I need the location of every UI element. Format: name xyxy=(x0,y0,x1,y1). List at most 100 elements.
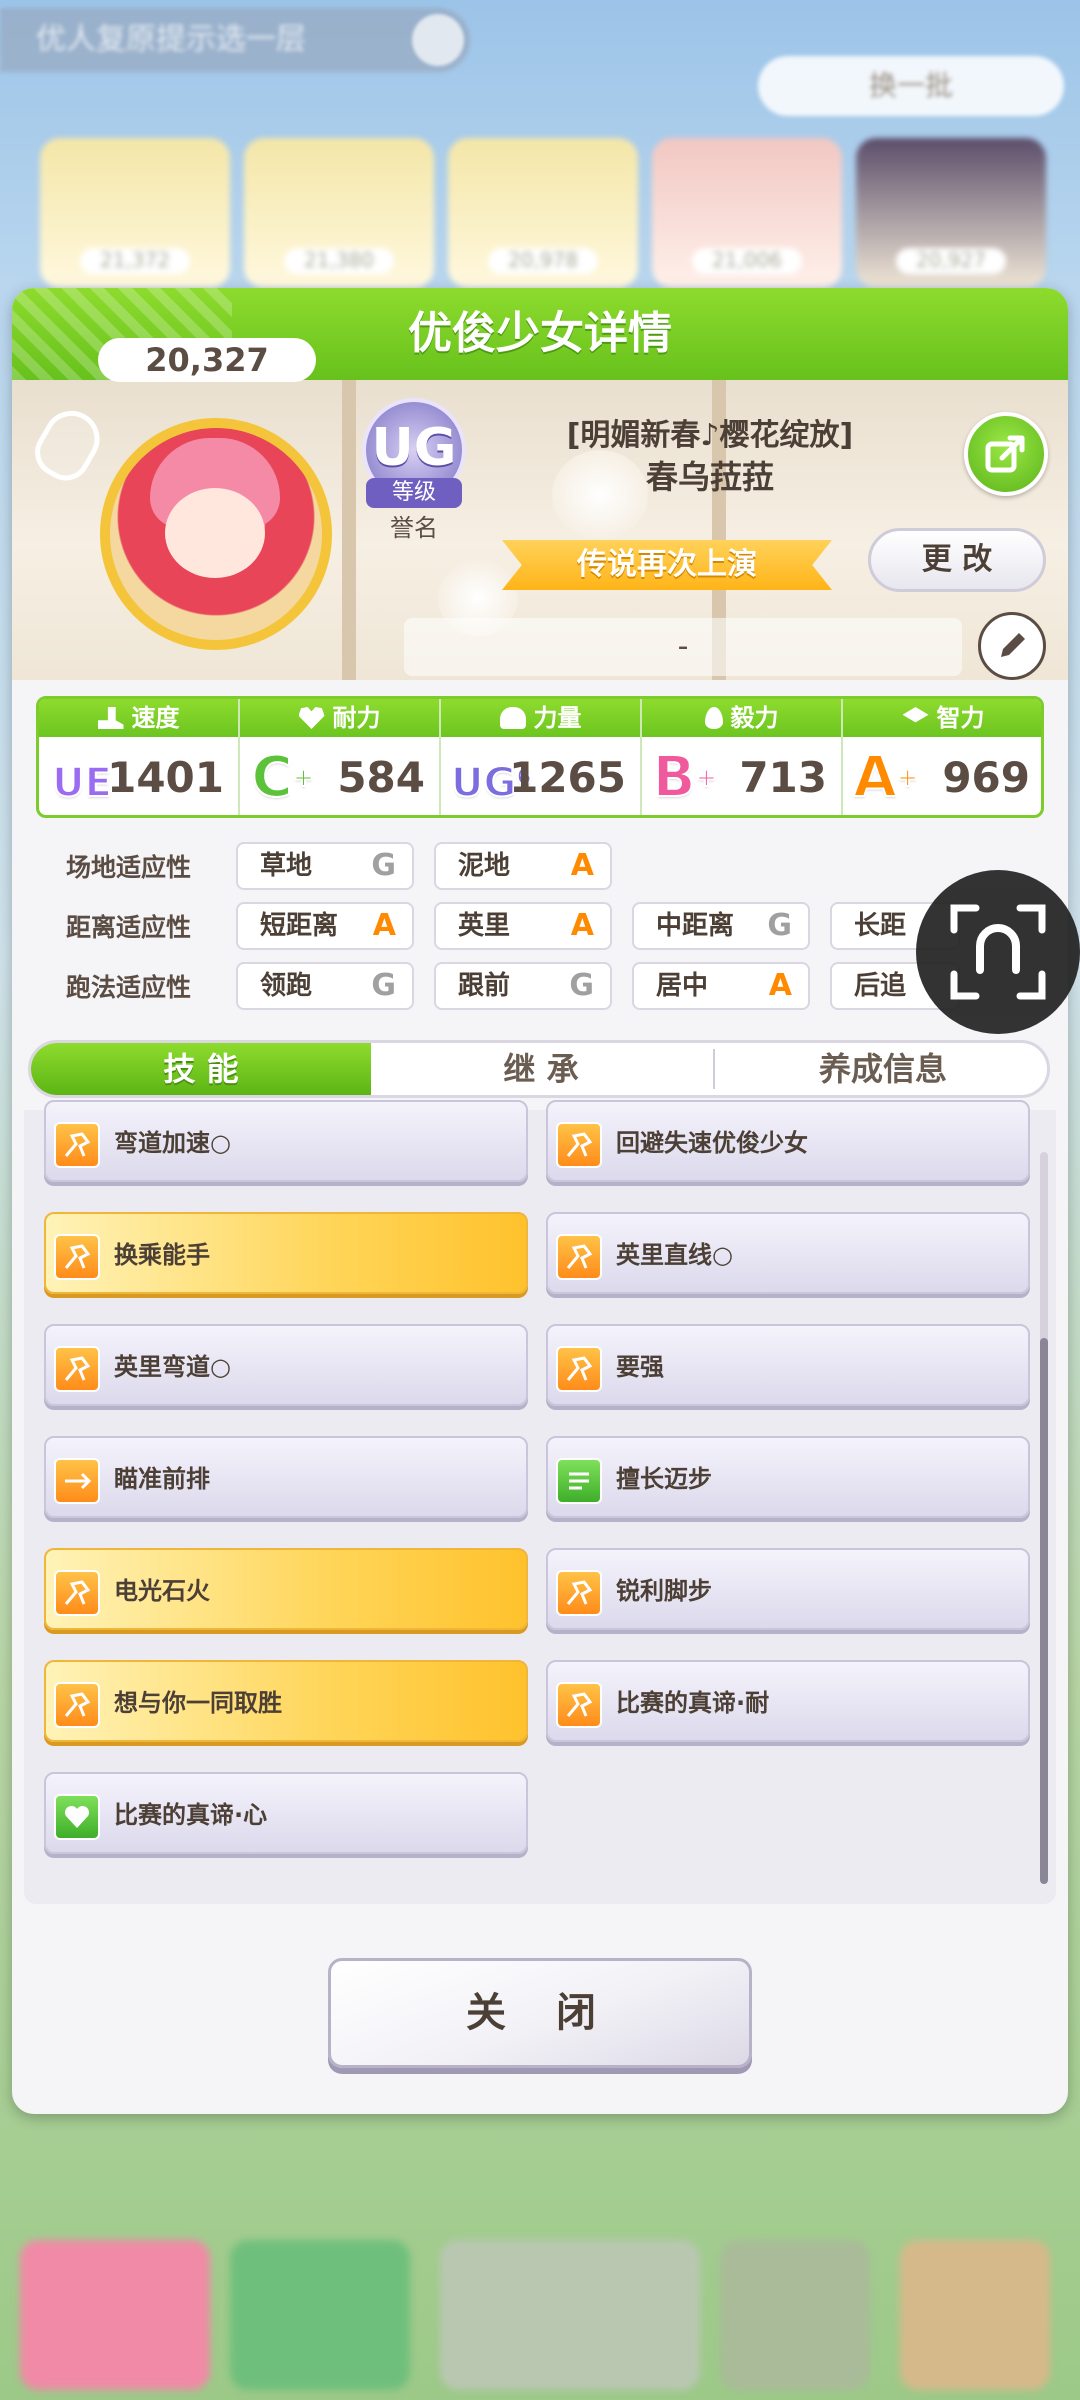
heart-icon xyxy=(64,1805,90,1828)
skill-item[interactable]: 瞄准前排 xyxy=(44,1436,528,1518)
skill-item[interactable]: 英里弯道○ xyxy=(44,1324,528,1406)
aptitude-medium: 中距离 G xyxy=(632,902,810,950)
runner-icon xyxy=(566,1244,593,1269)
background-search-button xyxy=(412,14,464,66)
stat-label: 耐力 xyxy=(332,704,381,732)
skill-icon xyxy=(54,1794,100,1840)
close-button[interactable]: 关 闭 xyxy=(328,1958,752,2068)
stat-header: 耐力 xyxy=(240,699,439,737)
stat-value: 584 xyxy=(337,753,425,802)
grade-text: UE xyxy=(51,759,113,807)
tab-skills[interactable]: 技 能 xyxy=(31,1043,371,1095)
grade-text: A xyxy=(852,744,897,811)
grade-plus: + xyxy=(292,762,316,794)
grade-plus: + xyxy=(896,762,920,794)
background-card-label: 20,927 xyxy=(896,248,1006,274)
aptitude-name: 英里 xyxy=(458,911,511,941)
grade-text: C xyxy=(251,744,294,811)
skill-name: 电光石火 xyxy=(114,1577,210,1605)
skill-icon xyxy=(556,1346,602,1392)
stat-grade: UG6 xyxy=(450,743,533,813)
skill-icon xyxy=(556,1458,602,1504)
floating-capture-button[interactable] xyxy=(916,870,1080,1034)
skill-item[interactable]: 电光石火 xyxy=(44,1548,528,1630)
stat-label: 毅力 xyxy=(730,704,779,732)
rank-level-label: 等级 xyxy=(366,478,462,508)
style-aptitude-label: 跑法适应性 xyxy=(66,973,192,1002)
heart-icon xyxy=(298,707,325,729)
runner-icon xyxy=(64,1692,91,1717)
stat-value: 1401 xyxy=(107,753,224,802)
skill-icon xyxy=(556,1122,602,1168)
stat-header: 速度 xyxy=(39,699,238,737)
tab-training-info[interactable]: 养成信息 xyxy=(713,1043,1047,1095)
skill-item[interactable]: 英里直线○ xyxy=(546,1212,1030,1294)
skill-icon xyxy=(54,1234,100,1280)
skill-item[interactable]: 回避失速优俊少女 xyxy=(546,1100,1030,1182)
skill-item[interactable]: 比赛的真谛·心 xyxy=(44,1772,528,1854)
background-card-label: 20,978 xyxy=(488,248,598,274)
skill-icon xyxy=(556,1570,602,1616)
pencil-icon xyxy=(1001,633,1025,657)
scan-icon xyxy=(950,904,1046,1000)
character-avatar xyxy=(100,418,332,650)
aim-icon xyxy=(65,1472,92,1490)
skill-item[interactable]: 想与你一同取胜 xyxy=(44,1660,528,1742)
skill-name: 想与你一同取胜 xyxy=(114,1689,282,1717)
aptitude-grade: G xyxy=(371,848,396,883)
skill-name: 锐利脚步 xyxy=(616,1577,712,1605)
stat-power: 力量 UG6 1265 xyxy=(441,699,642,815)
background-card: 20,978 xyxy=(448,138,638,288)
background-refresh-button: 换一批 xyxy=(758,56,1064,116)
stride-icon xyxy=(569,1472,589,1490)
skill-icon xyxy=(54,1458,100,1504)
share-button[interactable] xyxy=(964,412,1048,496)
aptitude-name: 居中 xyxy=(656,971,709,1001)
scrollbar-thumb[interactable] xyxy=(1040,1338,1048,1884)
grade-text: B xyxy=(652,744,697,811)
stat-label: 力量 xyxy=(533,704,582,732)
runner-icon xyxy=(64,1132,91,1157)
skill-item[interactable]: 弯道加速○ xyxy=(44,1100,528,1182)
background-card-label: 21,380 xyxy=(284,248,394,274)
skill-item[interactable]: 比赛的真谛·耐 xyxy=(546,1660,1030,1742)
skill-icon xyxy=(54,1346,100,1392)
aptitude-name: 后追 xyxy=(854,971,907,1001)
stat-grade: C+ xyxy=(250,743,316,813)
aptitude-name: 泥地 xyxy=(458,851,511,881)
change-button[interactable]: 更 改 xyxy=(868,528,1046,592)
avatar-face xyxy=(165,488,265,578)
stat-grade: UE xyxy=(49,743,115,813)
stat-header: 力量 xyxy=(441,699,640,737)
aptitude-grade: A xyxy=(570,848,594,883)
distance-aptitude-label: 距离适应性 xyxy=(66,913,192,942)
stat-speed: 速度 UE 1401 xyxy=(39,699,240,815)
aptitude-grade: G xyxy=(569,968,594,1003)
background-card-label: 21,372 xyxy=(80,248,190,274)
skill-name: 英里弯道○ xyxy=(114,1353,231,1381)
runner-icon xyxy=(566,1132,593,1157)
grade-text: UG xyxy=(450,759,517,807)
stat-grade: B+ xyxy=(652,743,718,813)
skill-icon xyxy=(54,1570,100,1616)
skill-item[interactable]: 换乘能手 xyxy=(44,1212,528,1294)
graduation-cap-icon xyxy=(902,707,929,723)
skill-name: 比赛的真谛·心 xyxy=(114,1801,268,1829)
fan-points: 20,327 xyxy=(98,338,316,382)
skill-name: 要强 xyxy=(616,1353,664,1381)
skill-item[interactable]: 锐利脚步 xyxy=(546,1548,1030,1630)
skill-icon xyxy=(556,1234,602,1280)
skill-item[interactable]: 要强 xyxy=(546,1324,1030,1406)
edit-button[interactable] xyxy=(978,612,1046,680)
background-search-bar: 优人复原提示选一层 xyxy=(0,8,470,72)
tab-inheritance[interactable]: 继 承 xyxy=(371,1043,711,1095)
skill-name: 弯道加速○ xyxy=(114,1129,231,1157)
stat-header: 智力 xyxy=(843,699,1041,737)
stat-label: 智力 xyxy=(936,704,985,732)
aptitude-front-runner: 领跑 G xyxy=(236,962,414,1010)
background-card: 20,927 xyxy=(856,138,1046,288)
skill-item[interactable]: 擅长迈步 xyxy=(546,1436,1030,1518)
aptitude-name: 领跑 xyxy=(260,971,313,1001)
stat-guts: 毅力 B+ 713 xyxy=(642,699,843,815)
muscle-icon xyxy=(499,707,526,729)
